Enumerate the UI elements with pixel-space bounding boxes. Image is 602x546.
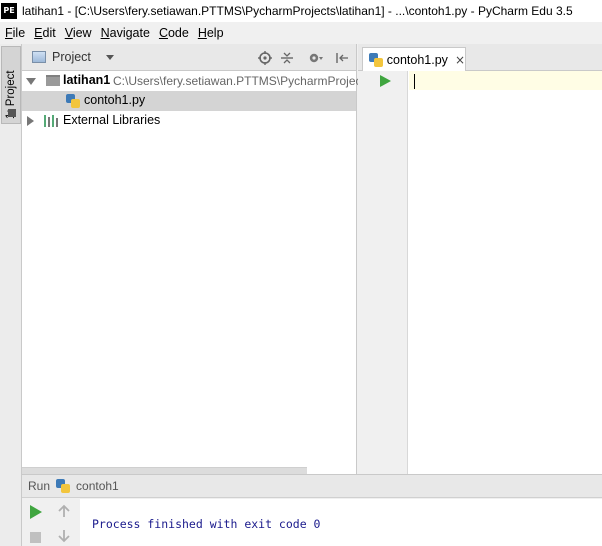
project-view-icon: [32, 51, 46, 63]
editor-tab-label: contoh1.py: [386, 52, 448, 67]
current-line-highlight: [409, 71, 602, 90]
project-tree: latihan1 C:\Users\fery.setiawan.PTTMS\Py…: [22, 71, 416, 131]
tree-row-external-libraries[interactable]: External Libraries: [22, 111, 356, 131]
pycharm-edu-logo-icon: PE: [1, 3, 17, 19]
tree-row-file[interactable]: contoh1.py: [22, 91, 356, 111]
close-icon[interactable]: ×: [455, 53, 465, 67]
hide-panel-icon[interactable]: [334, 50, 350, 66]
target-icon[interactable]: [257, 50, 273, 66]
title-bar: PE latihan1 - [C:\Users\fery.setiawan.PT…: [0, 0, 602, 22]
text-caret: [414, 74, 415, 89]
editor-gutter: [358, 71, 408, 474]
run-panel-label: Run: [28, 479, 51, 493]
project-panel: Project latihan1 C:\Users\fery.setiawan.…: [22, 44, 416, 474]
run-tool-window: Run contoh1 Process finished with exit c…: [22, 474, 602, 546]
editor-tab-bar: contoh1.py ×: [358, 44, 602, 71]
collapse-all-icon[interactable]: [279, 50, 295, 66]
menu-code[interactable]: Code: [154, 26, 193, 40]
project-view-label[interactable]: Project: [52, 50, 91, 64]
libraries-icon: [44, 115, 60, 127]
project-tab-icon: [8, 109, 16, 117]
editor-tab-contoh1[interactable]: contoh1.py ×: [362, 47, 466, 71]
python-file-icon: [66, 94, 80, 108]
menu-view[interactable]: View: [60, 26, 96, 40]
python-run-config-icon: [56, 479, 71, 493]
menu-help[interactable]: Help: [193, 26, 228, 40]
run-console[interactable]: Process finished with exit code 0: [80, 499, 602, 546]
run-toolbar: [22, 499, 80, 546]
run-panel-header: Run contoh1: [22, 475, 602, 498]
run-gutter-icon[interactable]: [380, 75, 391, 87]
menu-bar: File Edit View Navigate Code Help: [0, 22, 602, 44]
rerun-icon[interactable]: [30, 505, 42, 519]
gear-icon[interactable]: [308, 50, 324, 66]
project-tool-window-tab[interactable]: 1: Project: [1, 46, 21, 124]
folder-icon: [46, 75, 60, 86]
run-config-name[interactable]: contoh1: [76, 479, 119, 493]
editor-area: contoh1.py ×: [358, 44, 602, 474]
expand-arrow-icon[interactable]: [26, 78, 36, 85]
left-tool-strip: 1: Project: [0, 44, 22, 546]
collapse-arrow-icon[interactable]: [27, 116, 34, 126]
root-folder-name: latihan1: [63, 73, 111, 87]
console-output: Process finished with exit code 0: [92, 517, 321, 531]
pycharm-window: PE latihan1 - [C:\Users\fery.setiawan.PT…: [0, 0, 602, 546]
project-panel-header: Project: [22, 44, 356, 71]
chevron-down-icon[interactable]: [106, 55, 114, 60]
menu-edit[interactable]: Edit: [29, 26, 60, 40]
window-title: latihan1 - [C:\Users\fery.setiawan.PTTMS…: [22, 4, 573, 18]
arrow-up-icon[interactable]: [58, 504, 70, 522]
stop-icon[interactable]: [30, 532, 41, 543]
horizontal-scrollbar[interactable]: [22, 467, 307, 474]
tree-row-root[interactable]: latihan1 C:\Users\fery.setiawan.PTTMS\Py…: [22, 71, 416, 91]
python-file-icon: [369, 52, 383, 67]
menu-file[interactable]: File: [0, 26, 29, 40]
menu-navigate[interactable]: Navigate: [96, 26, 154, 40]
external-libraries-label: External Libraries: [63, 113, 161, 127]
file-name: contoh1.py: [84, 93, 146, 107]
arrow-down-icon[interactable]: [58, 529, 70, 546]
